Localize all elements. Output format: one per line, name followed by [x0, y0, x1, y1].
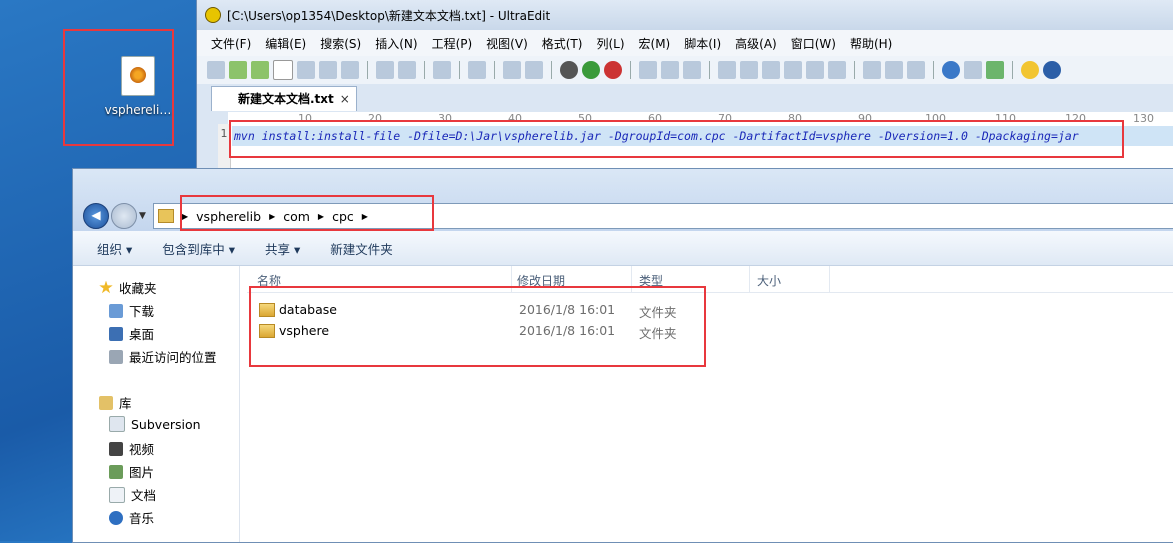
highlight-breadcrumb — [180, 195, 434, 231]
share-button[interactable]: 共享 ▾ — [265, 239, 300, 258]
music-icon — [109, 510, 123, 525]
word-wrap-icon[interactable] — [525, 61, 543, 79]
sidebar-item-subversion[interactable]: Subversion — [109, 416, 201, 432]
find-next-icon[interactable] — [762, 61, 780, 79]
menu-insert[interactable]: 插入(N) — [375, 35, 417, 52]
find-prev-icon[interactable] — [740, 61, 758, 79]
print-preview-icon[interactable] — [398, 61, 416, 79]
menu-view[interactable]: 视图(V) — [486, 35, 528, 52]
web-browser-icon[interactable] — [942, 61, 960, 79]
print-icon[interactable] — [376, 61, 394, 79]
open-folder-icon[interactable] — [297, 61, 315, 79]
star-icon — [99, 280, 113, 294]
save-icon[interactable] — [341, 61, 359, 79]
sidebar-item-videos[interactable]: 视频 — [109, 439, 154, 458]
sidebar-libraries[interactable]: 库 — [99, 393, 132, 412]
stop-icon[interactable] — [560, 61, 578, 79]
video-icon — [109, 441, 123, 456]
menu-script[interactable]: 脚本(I) — [684, 35, 721, 52]
sidebar-item-documents[interactable]: 文档 — [109, 485, 156, 504]
tab-document[interactable]: 新建文本文档.txt × — [211, 86, 357, 111]
paste-icon[interactable] — [683, 61, 701, 79]
lightbulb-icon[interactable] — [1021, 61, 1039, 79]
highlight-code-line — [229, 120, 1124, 158]
menu-column[interactable]: 列(L) — [596, 35, 624, 52]
record-icon[interactable] — [604, 61, 622, 79]
window-layout-icon[interactable] — [863, 61, 881, 79]
sidebar-item-desktop[interactable]: 桌面 — [109, 324, 154, 343]
blank-page-icon[interactable] — [273, 60, 293, 80]
menu-help[interactable]: 帮助(H) — [850, 35, 892, 52]
document-icon — [109, 416, 125, 432]
sidebar-item-music[interactable]: 音乐 — [109, 508, 154, 527]
highlight-file-list — [249, 286, 706, 367]
window-title: [C:\Users\op1354\Desktop\新建文本文档.txt] - U… — [227, 8, 551, 23]
toolbar — [197, 56, 1173, 84]
forward-button[interactable] — [111, 203, 137, 229]
forward-arrow-icon[interactable] — [251, 61, 269, 79]
library-icon — [99, 395, 113, 410]
screenshot-icon[interactable] — [964, 61, 982, 79]
find-icon[interactable] — [718, 61, 736, 79]
back-arrow-icon[interactable] — [229, 61, 247, 79]
menu-advanced[interactable]: 高级(A) — [735, 35, 777, 52]
document-tabs: 新建文本文档.txt × — [197, 84, 1173, 111]
highlight-desktop-icon — [63, 29, 174, 146]
organize-button[interactable]: 组织 ▾ — [97, 239, 132, 258]
tab-label: 新建文本文档.txt — [238, 92, 334, 106]
new-file-icon[interactable] — [207, 61, 225, 79]
play-icon[interactable] — [582, 61, 600, 79]
downloads-icon — [109, 303, 123, 318]
replace-icon[interactable] — [784, 61, 802, 79]
navigation-pane: 收藏夹 下载 桌面 最近访问的位置 库 Subversion 视频 图片 文档 … — [73, 266, 240, 542]
cut-icon[interactable] — [639, 61, 657, 79]
history-dropdown-icon[interactable]: ▼ — [139, 211, 146, 221]
format-icon[interactable] — [433, 61, 451, 79]
help-icon[interactable] — [1043, 61, 1061, 79]
command-bar: 组织 ▾ 包含到库中 ▾ 共享 ▾ 新建文件夹 — [73, 231, 1173, 266]
tab-close-icon[interactable]: × — [340, 87, 350, 111]
copy-icon[interactable] — [661, 61, 679, 79]
documents-icon — [109, 486, 125, 503]
sidebar-item-pictures[interactable]: 图片 — [109, 462, 154, 481]
hex-icon[interactable] — [468, 61, 486, 79]
replace-in-files-icon[interactable] — [828, 61, 846, 79]
back-button[interactable]: ◀ — [83, 203, 109, 229]
sidebar-favorites[interactable]: 收藏夹 — [99, 278, 157, 297]
column-size[interactable]: 大小 — [757, 272, 781, 289]
include-in-library-button[interactable]: 包含到库中 ▾ — [162, 239, 235, 258]
desktop-icon — [109, 326, 123, 341]
menu-project[interactable]: 工程(P) — [432, 35, 473, 52]
menu-format[interactable]: 格式(T) — [542, 35, 583, 52]
ultraedit-titlebar: [C:\Users\op1354\Desktop\新建文本文档.txt] - U… — [197, 0, 1173, 30]
tile-window-icon[interactable] — [907, 61, 925, 79]
new-folder-button[interactable]: 新建文件夹 — [330, 239, 393, 258]
menu-search[interactable]: 搜索(S) — [320, 35, 361, 52]
menu-window[interactable]: 窗口(W) — [791, 35, 836, 52]
sidebar-item-recent[interactable]: 最近访问的位置 — [109, 347, 217, 366]
recent-places-icon — [109, 349, 123, 364]
folder-icon — [158, 209, 174, 223]
ultraedit-app-icon — [205, 7, 221, 23]
find-in-files-icon[interactable] — [806, 61, 824, 79]
menu-macro[interactable]: 宏(M) — [639, 35, 671, 52]
refresh-icon[interactable] — [986, 61, 1004, 79]
column-mode-icon[interactable] — [503, 61, 521, 79]
sidebar-item-downloads[interactable]: 下载 — [109, 301, 154, 320]
split-window-icon[interactable] — [885, 61, 903, 79]
pictures-icon — [109, 464, 123, 479]
menu-edit[interactable]: 编辑(E) — [265, 35, 306, 52]
close-file-icon[interactable] — [319, 61, 337, 79]
menu-file[interactable]: 文件(F) — [211, 35, 251, 52]
menu-bar: 文件(F) 编辑(E) 搜索(S) 插入(N) 工程(P) 视图(V) 格式(T… — [197, 30, 1173, 56]
